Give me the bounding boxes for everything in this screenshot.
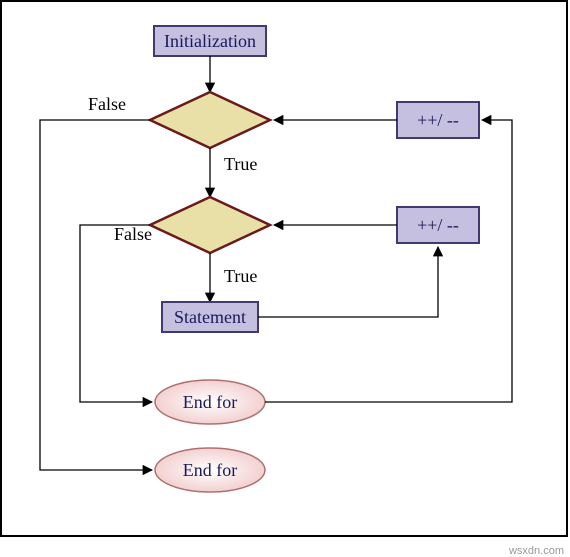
diagram-frame: Initialization ++/ -- True False ++/ -- … — [0, 0, 568, 537]
end-for-inner-label: End for — [183, 392, 237, 412]
statement-node: Statement — [162, 302, 258, 332]
end-for-inner-node: End for — [155, 380, 265, 424]
outer-false-label: False — [88, 94, 126, 114]
initialization-node: Initialization — [154, 26, 266, 56]
inner-false-label: False — [114, 224, 152, 244]
outer-increment-node: ++/ -- — [397, 102, 479, 138]
edge-outer-false — [40, 120, 152, 470]
inner-increment-node: ++/ -- — [397, 207, 479, 243]
outer-increment-label: ++/ -- — [417, 110, 459, 130]
inner-true-label: True — [224, 266, 257, 286]
statement-label: Statement — [174, 307, 246, 327]
edge-statement-to-inner-inc — [258, 247, 438, 317]
edge-endfor-to-outer-inc — [265, 120, 512, 402]
end-for-outer-label: End for — [183, 460, 237, 480]
outer-condition-diamond — [150, 92, 270, 148]
edge-inner-false — [80, 225, 152, 402]
outer-true-label: True — [224, 154, 257, 174]
inner-increment-label: ++/ -- — [417, 215, 459, 235]
end-for-outer-node: End for — [155, 448, 265, 492]
inner-condition-diamond — [150, 197, 270, 253]
flowchart-svg: Initialization ++/ -- True False ++/ -- … — [2, 2, 566, 535]
watermark-text: wsxdn.com — [509, 545, 564, 557]
initialization-label: Initialization — [164, 31, 256, 51]
